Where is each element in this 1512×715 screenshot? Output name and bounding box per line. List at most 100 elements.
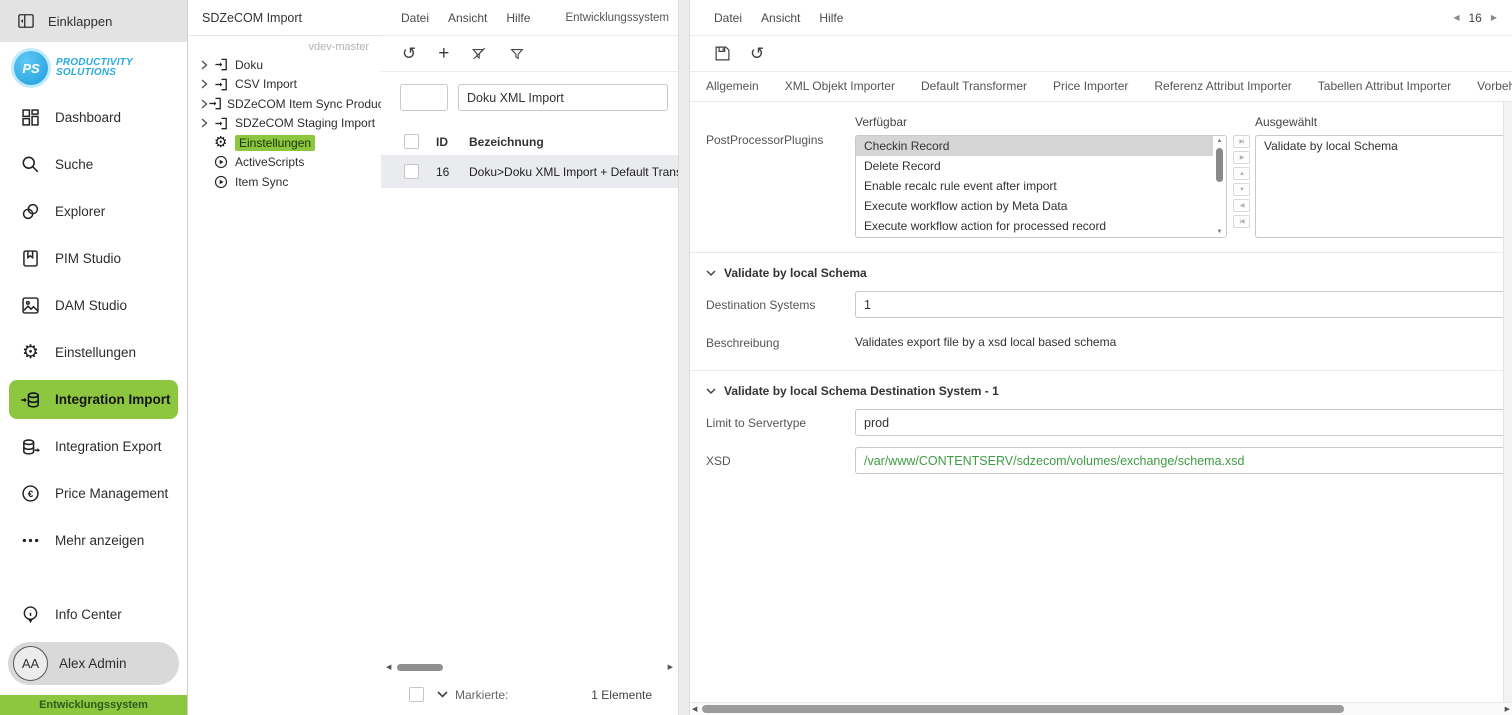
sidebar-item-suche[interactable]: Suche [0, 141, 187, 188]
tree-item-staging-import[interactable]: SDZeCOM Staging Import [189, 114, 381, 134]
tab-xml-objekt-importer[interactable]: XML Objekt Importer [772, 72, 908, 101]
list-item[interactable]: Execute workflow action for processed re… [856, 216, 1213, 236]
move-down-button[interactable]: ▼ [1233, 183, 1250, 196]
next-record-icon[interactable]: ▶ [1491, 13, 1497, 22]
chevron-right-icon[interactable] [201, 79, 214, 89]
tree-item-doku[interactable]: Doku [189, 55, 381, 75]
available-listbox[interactable]: Checkin Record Delete Record Enable reca… [855, 135, 1227, 238]
move-up-button[interactable]: ▲ [1233, 167, 1250, 180]
collapse-panel-icon [18, 14, 34, 28]
list-item[interactable]: Delete Record [856, 156, 1213, 176]
select-all-checkbox[interactable] [404, 134, 419, 149]
menu-hilfe[interactable]: Hilfe [506, 11, 530, 25]
scroll-thumb[interactable] [1216, 148, 1223, 182]
scroll-thumb[interactable] [397, 664, 444, 671]
detail-vertical-scrollbar[interactable] [1503, 102, 1512, 702]
environment-label: Entwicklungssystem [565, 11, 669, 24]
menu-ansicht[interactable]: Ansicht [448, 11, 487, 25]
tab-tabellen-attribut-importer[interactable]: Tabellen Attribut Importer [1305, 72, 1464, 101]
sidebar-item-integration-export[interactable]: Integration Export [0, 423, 187, 470]
scroll-up-icon[interactable]: ▲ [1217, 136, 1223, 146]
tab-default-transformer[interactable]: Default Transformer [908, 72, 1040, 101]
table-header: ID Bezeichnung [381, 128, 678, 155]
chevron-right-icon[interactable] [201, 118, 214, 128]
refresh-button[interactable]: ↺ [402, 45, 416, 62]
chevron-right-icon[interactable] [201, 99, 208, 109]
tree-item-activescripts[interactable]: ActiveScripts [189, 153, 381, 173]
list-item[interactable]: Checkin Record [856, 136, 1213, 156]
tree-item-item-sync[interactable]: Item Sync [189, 172, 381, 192]
tab-content: PostProcessorPlugins Verfügbar Checkin R… [690, 102, 1512, 715]
tab-referenz-attribut-importer[interactable]: Referenz Attribut Importer [1141, 72, 1304, 101]
move-right-button[interactable]: ▶ [1233, 151, 1250, 164]
sidebar-item-einstellungen[interactable]: ⚙ Einstellungen [0, 329, 187, 376]
filter-button[interactable] [509, 46, 525, 62]
section-validate-schema-destination-1[interactable]: Validate by local Schema Destination Sys… [690, 371, 1503, 398]
marked-checkbox[interactable] [409, 687, 424, 702]
clear-filter-button[interactable] [471, 46, 487, 62]
sidebar-item-price-management[interactable]: € Price Management [0, 470, 187, 517]
tab-allgemein[interactable]: Allgemein [690, 72, 772, 101]
sidebar-item-explorer[interactable]: Explorer [0, 188, 187, 235]
sidebar-item-integration-import[interactable]: Integration Import [9, 380, 178, 419]
id-filter-input[interactable] [400, 84, 448, 111]
list-item[interactable]: Enable recalc rule event after import [856, 176, 1213, 196]
move-left-button[interactable]: ◀ [1233, 199, 1250, 212]
menu-hilfe[interactable]: Hilfe [819, 11, 843, 25]
sidebar-item-label: Price Management [55, 486, 169, 501]
tab-vorbehandlung[interactable]: Vorbehandlung [1464, 72, 1512, 101]
chevron-right-icon[interactable] [201, 60, 214, 70]
scroll-right-icon[interactable]: ▶ [1503, 706, 1512, 713]
sidebar-item-pim-studio[interactable]: PIM Studio [0, 235, 187, 282]
save-button[interactable] [714, 45, 731, 62]
scroll-left-icon[interactable]: ◀ [690, 706, 699, 713]
brand-logo[interactable]: PS PRODUCTIVITY SOLUTIONS [0, 42, 187, 94]
tree-item-item-sync-products[interactable]: SDZeCOM Item Sync Products [189, 94, 393, 114]
sidebar-item-mehr-anzeigen[interactable]: Mehr anzeigen [0, 517, 187, 564]
scroll-thumb[interactable] [702, 705, 1344, 713]
main-sidebar: Einklappen PS PRODUCTIVITY SOLUTIONS Dash… [0, 0, 188, 715]
version-label: vdev-master [308, 41, 369, 53]
panel-divider[interactable] [678, 0, 690, 715]
move-first-button[interactable]: ▶| [1233, 135, 1250, 148]
listbox-scrollbar[interactable]: ▲ ▼ [1213, 136, 1226, 237]
script-icon [214, 175, 231, 189]
svg-text:€: € [28, 489, 34, 500]
menu-datei[interactable]: Datei [714, 11, 742, 25]
menu-ansicht[interactable]: Ansicht [761, 11, 800, 25]
scroll-right-icon[interactable]: ▶ [666, 664, 675, 671]
brand-badge: PS [14, 51, 48, 85]
filter-icon [510, 48, 524, 60]
selected-listbox[interactable]: Validate by local Schema [1255, 135, 1503, 238]
scroll-left-icon[interactable]: ◀ [384, 664, 393, 671]
row-checkbox[interactable] [404, 164, 419, 179]
list-horizontal-scrollbar[interactable]: ◀ ▶ [384, 661, 675, 674]
sidebar-item-label: Info Center [55, 606, 122, 622]
list-item[interactable]: Validate by local Schema [1256, 136, 1503, 156]
tree-item-einstellungen[interactable]: ⚙ Einstellungen [189, 133, 381, 153]
move-last-button[interactable]: |◀ [1233, 215, 1250, 228]
detail-horizontal-scrollbar[interactable]: ◀ ▶ [690, 702, 1512, 715]
search-input[interactable] [458, 84, 668, 111]
tree-item-csv-import[interactable]: CSV Import [189, 75, 381, 95]
section-validate-schema[interactable]: Validate by local Schema [690, 253, 1503, 280]
menu-datei[interactable]: Datei [401, 11, 429, 25]
brand-text: PRODUCTIVITY SOLUTIONS [56, 56, 133, 78]
sidebar-item-info-center[interactable]: Info Center [0, 592, 187, 636]
limit-servertype-input[interactable] [855, 409, 1512, 436]
table-row[interactable]: 16 Doku>Doku XML Import + Default Transf… [381, 155, 678, 188]
scroll-down-icon[interactable]: ▼ [1217, 227, 1223, 237]
xsd-path-input[interactable] [855, 447, 1512, 474]
record-number: 16 [1468, 10, 1482, 25]
chevron-down-icon[interactable] [437, 691, 448, 698]
add-button[interactable]: + [438, 44, 449, 63]
user-menu[interactable]: AA Alex Admin [8, 642, 179, 685]
tab-price-importer[interactable]: Price Importer [1040, 72, 1141, 101]
previous-record-icon[interactable]: ◀ [1453, 13, 1459, 22]
sidebar-item-dam-studio[interactable]: DAM Studio [0, 282, 187, 329]
sidebar-item-dashboard[interactable]: Dashboard [0, 94, 187, 141]
list-item[interactable]: Execute workflow action by Meta Data [856, 196, 1213, 216]
collapse-sidebar-button[interactable]: Einklappen [0, 0, 187, 42]
destination-systems-input[interactable] [855, 291, 1512, 318]
reload-button[interactable]: ↺ [750, 45, 764, 62]
